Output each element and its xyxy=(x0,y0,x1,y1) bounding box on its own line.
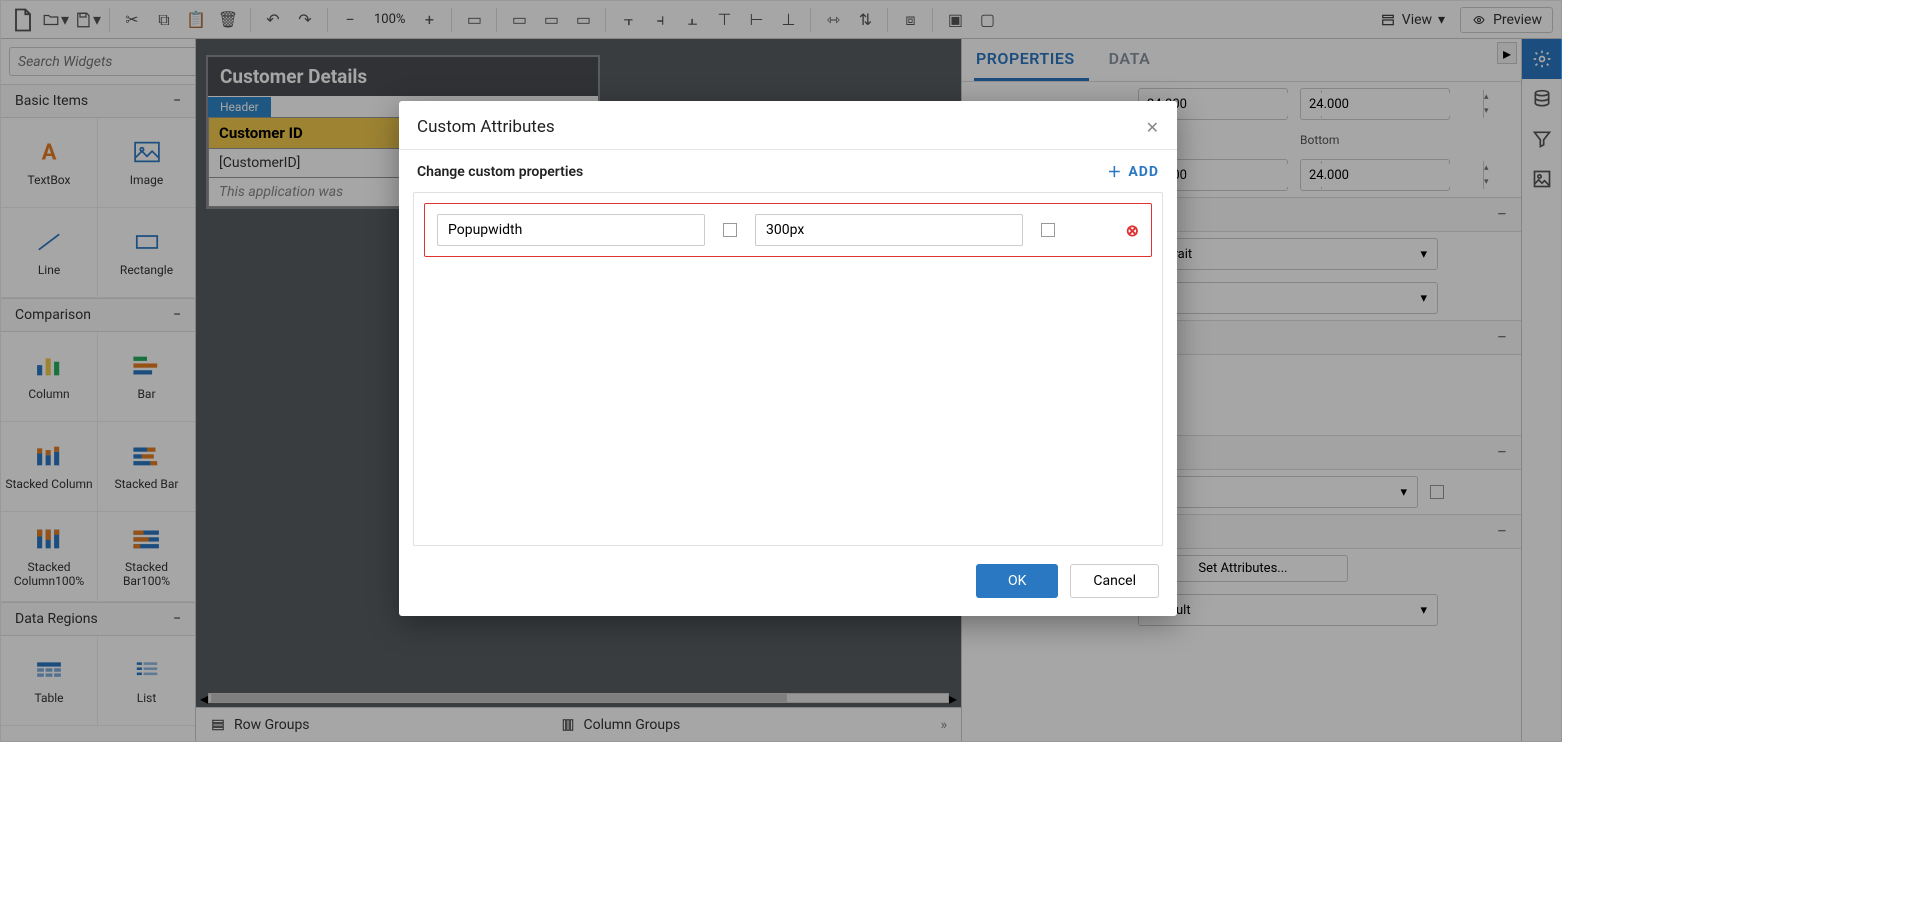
dialog-ok-button[interactable]: OK xyxy=(976,564,1058,598)
attribute-value-checkbox[interactable] xyxy=(1041,223,1055,237)
custom-attributes-dialog: Custom Attributes ✕ Change custom proper… xyxy=(399,101,1177,616)
add-attribute-button[interactable]: ＋ADD xyxy=(1107,162,1159,182)
dialog-close-icon[interactable]: ✕ xyxy=(1146,118,1159,137)
dialog-cancel-button[interactable]: Cancel xyxy=(1070,564,1159,598)
dialog-title: Custom Attributes xyxy=(417,117,555,137)
attribute-key-input[interactable] xyxy=(437,214,705,246)
dialog-subtitle: Change custom properties xyxy=(417,164,583,180)
attributes-list: ⊗ xyxy=(413,192,1163,546)
attribute-value-input[interactable] xyxy=(755,214,1023,246)
plus-icon: ＋ xyxy=(1107,162,1122,182)
attribute-key-checkbox[interactable] xyxy=(723,223,737,237)
delete-attribute-icon[interactable]: ⊗ xyxy=(1126,221,1139,240)
attribute-row: ⊗ xyxy=(424,203,1152,257)
